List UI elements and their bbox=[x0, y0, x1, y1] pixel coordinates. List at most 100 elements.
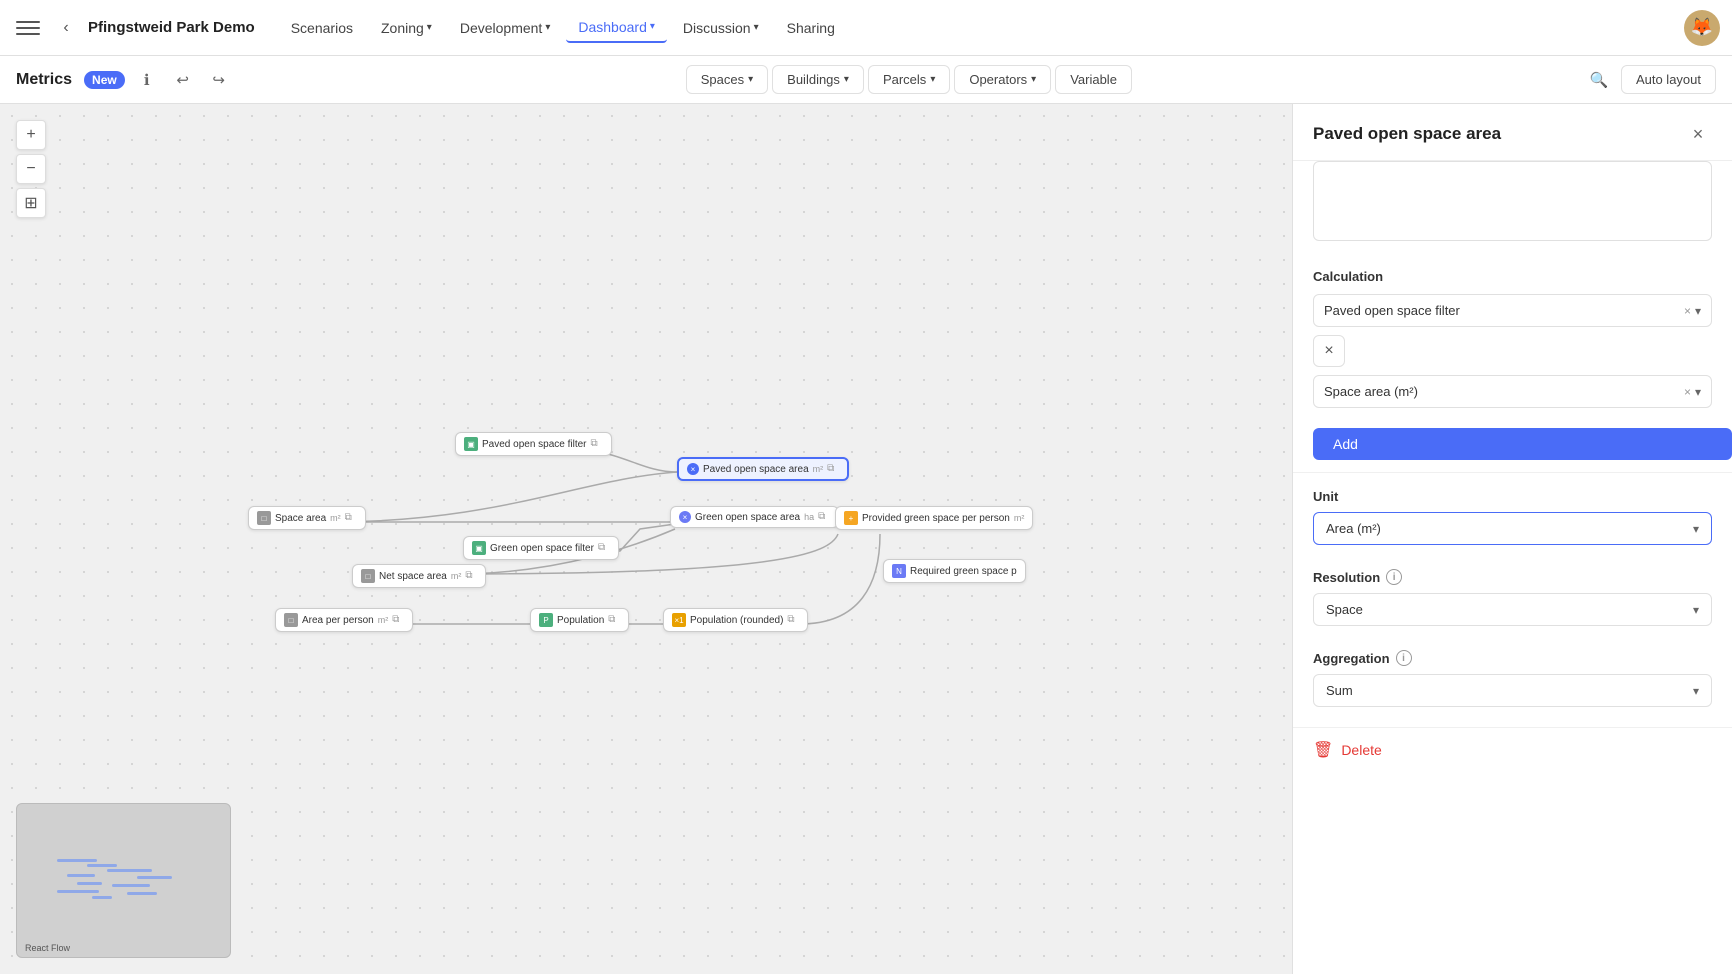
nav-discussion[interactable]: Discussion ▾ bbox=[671, 13, 771, 43]
calc-select-2[interactable]: Space area (m²) × ▾ bbox=[1313, 375, 1712, 408]
net-space-icon: □ bbox=[361, 569, 375, 583]
parcels-arrow: ▾ bbox=[930, 74, 935, 85]
panel-divider-1 bbox=[1293, 472, 1732, 473]
parcels-button[interactable]: Parcels ▾ bbox=[868, 65, 950, 94]
calc1-chevron: ▾ bbox=[1695, 304, 1701, 318]
unit-chevron: ▾ bbox=[1693, 522, 1699, 536]
node-provided-green[interactable]: + Provided green space per person m² bbox=[835, 506, 1033, 530]
unit-label: Unit bbox=[1313, 489, 1712, 504]
copy-icon-2[interactable]: ⧉ bbox=[827, 463, 839, 475]
zoom-in-button[interactable]: + bbox=[16, 120, 46, 150]
auto-layout-button[interactable]: Auto layout bbox=[1621, 65, 1716, 94]
buildings-arrow: ▾ bbox=[844, 74, 849, 85]
resolution-label: Resolution i bbox=[1313, 569, 1712, 585]
aggregation-select[interactable]: Sum ▾ bbox=[1313, 674, 1712, 707]
copy-icon-5[interactable]: ⧉ bbox=[818, 511, 830, 523]
user-avatar[interactable]: 🦊 bbox=[1684, 10, 1720, 46]
main-area: + − ⊞ ▣ bbox=[0, 104, 1732, 974]
metrics-label: Metrics bbox=[16, 71, 72, 89]
copy-icon-6[interactable]: ⧉ bbox=[465, 570, 477, 582]
top-navigation: ‹ Pfingstweid Park Demo Scenarios Zoning… bbox=[0, 0, 1732, 56]
panel-header: Paved open space area × bbox=[1293, 104, 1732, 161]
calc-operator-row: × bbox=[1313, 335, 1712, 367]
calc-row-2: Space area (m²) × ▾ bbox=[1313, 375, 1712, 408]
discussion-arrow: ▾ bbox=[754, 22, 759, 33]
space-icon: □ bbox=[257, 511, 271, 525]
canvas-controls: + − ⊞ bbox=[16, 120, 46, 218]
green-filter-icon: ▣ bbox=[472, 541, 486, 555]
unit-select[interactable]: Area (m²) ▾ bbox=[1313, 512, 1712, 545]
node-green-filter[interactable]: ▣ Green open space filter ⧉ bbox=[463, 536, 619, 560]
fit-view-button[interactable]: ⊞ bbox=[16, 188, 46, 218]
operator-button[interactable]: × bbox=[1313, 335, 1345, 367]
close-green-icon[interactable]: × bbox=[679, 511, 691, 523]
copy-icon[interactable]: ⧉ bbox=[591, 438, 603, 450]
resolution-section: Resolution i Space ▾ bbox=[1293, 557, 1732, 638]
node-paved-area[interactable]: × Paved open space area m² ⧉ bbox=[677, 457, 849, 481]
unit-section: Unit Area (m²) ▾ bbox=[1293, 477, 1732, 557]
aggregation-section: Aggregation i Sum ▾ bbox=[1293, 638, 1732, 719]
node-paved-filter[interactable]: ▣ Paved open space filter ⧉ bbox=[455, 432, 612, 456]
node-net-space[interactable]: □ Net space area m² ⧉ bbox=[352, 564, 486, 588]
spaces-arrow: ▾ bbox=[748, 74, 753, 85]
panel-title: Paved open space area bbox=[1313, 124, 1501, 144]
nav-zoning[interactable]: Zoning ▾ bbox=[369, 13, 444, 43]
operators-arrow: ▾ bbox=[1031, 74, 1036, 85]
nav-scenarios[interactable]: Scenarios bbox=[279, 13, 365, 43]
right-panel: Paved open space area × Calculation Pave… bbox=[1292, 104, 1732, 974]
close-node-icon[interactable]: × bbox=[687, 463, 699, 475]
nav-items: Scenarios Zoning ▾ Development ▾ Dashboa… bbox=[279, 13, 1676, 43]
search-button[interactable]: 🔍 bbox=[1585, 66, 1613, 94]
variable-button[interactable]: Variable bbox=[1055, 65, 1132, 94]
calculation-label: Calculation bbox=[1313, 269, 1712, 284]
info-icon[interactable]: ℹ bbox=[133, 66, 161, 94]
copy-icon-7[interactable]: ⧉ bbox=[392, 614, 404, 626]
copy-icon-9[interactable]: ⧉ bbox=[787, 614, 799, 626]
spaces-button[interactable]: Spaces ▾ bbox=[686, 65, 768, 94]
aggregation-label: Aggregation i bbox=[1313, 650, 1712, 666]
clear-calc1-button[interactable]: × bbox=[1684, 304, 1691, 318]
buildings-button[interactable]: Buildings ▾ bbox=[772, 65, 864, 94]
round-icon: ×1 bbox=[672, 613, 686, 627]
pop-icon: P bbox=[539, 613, 553, 627]
resolution-info-icon[interactable]: i bbox=[1386, 569, 1402, 585]
copy-icon-8[interactable]: ⧉ bbox=[608, 614, 620, 626]
undo-button[interactable]: ↩ bbox=[169, 66, 197, 94]
clear-calc2-button[interactable]: × bbox=[1684, 385, 1691, 399]
delete-button[interactable]: 🗑 Delete bbox=[1293, 727, 1732, 772]
nav-dashboard[interactable]: Dashboard ▾ bbox=[566, 13, 667, 43]
resolution-select[interactable]: Space ▾ bbox=[1313, 593, 1712, 626]
panel-description-textarea[interactable] bbox=[1313, 161, 1712, 241]
aggregation-chevron: ▾ bbox=[1693, 684, 1699, 698]
flow-canvas[interactable]: + − ⊞ ▣ bbox=[0, 104, 1292, 974]
node-pop-rounded[interactable]: ×1 Population (rounded) ⧉ bbox=[663, 608, 808, 632]
redo-button[interactable]: ↪ bbox=[205, 66, 233, 94]
nav-development[interactable]: Development ▾ bbox=[448, 13, 563, 43]
copy-icon-4[interactable]: ⧉ bbox=[598, 542, 610, 554]
node-space-area[interactable]: □ Space area m² ⧉ bbox=[248, 506, 366, 530]
nav-sharing[interactable]: Sharing bbox=[775, 13, 847, 43]
mini-map-content bbox=[17, 804, 230, 957]
calc-select-1[interactable]: Paved open space filter × ▾ bbox=[1313, 294, 1712, 327]
node-area-per-person[interactable]: □ Area per person m² ⧉ bbox=[275, 608, 413, 632]
new-badge: New bbox=[84, 71, 125, 89]
panel-close-button[interactable]: × bbox=[1684, 120, 1712, 148]
node-green-area[interactable]: × Green open space area ha ⧉ bbox=[670, 506, 839, 528]
node-required-green[interactable]: N Required green space p bbox=[883, 559, 1026, 583]
hamburger-menu[interactable] bbox=[12, 12, 44, 44]
node-population[interactable]: P Population ⧉ bbox=[530, 608, 629, 632]
delete-icon: 🗑 bbox=[1313, 740, 1333, 760]
dashboard-arrow: ▾ bbox=[650, 21, 655, 32]
development-arrow: ▾ bbox=[545, 22, 550, 33]
calc2-chevron: ▾ bbox=[1695, 385, 1701, 399]
mini-map: React Flow bbox=[16, 803, 231, 958]
operators-button[interactable]: Operators ▾ bbox=[954, 65, 1051, 94]
mini-map-label: React Flow bbox=[25, 943, 70, 953]
zoom-out-button[interactable]: − bbox=[16, 154, 46, 184]
node-toolbar: Spaces ▾ Buildings ▾ Parcels ▾ Operators… bbox=[686, 65, 1132, 94]
add-button[interactable]: Add bbox=[1313, 428, 1732, 460]
aggregation-info-icon[interactable]: i bbox=[1396, 650, 1412, 666]
copy-icon-3[interactable]: ⧉ bbox=[345, 512, 357, 524]
back-button[interactable]: ‹ bbox=[52, 14, 80, 42]
add-icon: + bbox=[844, 511, 858, 525]
